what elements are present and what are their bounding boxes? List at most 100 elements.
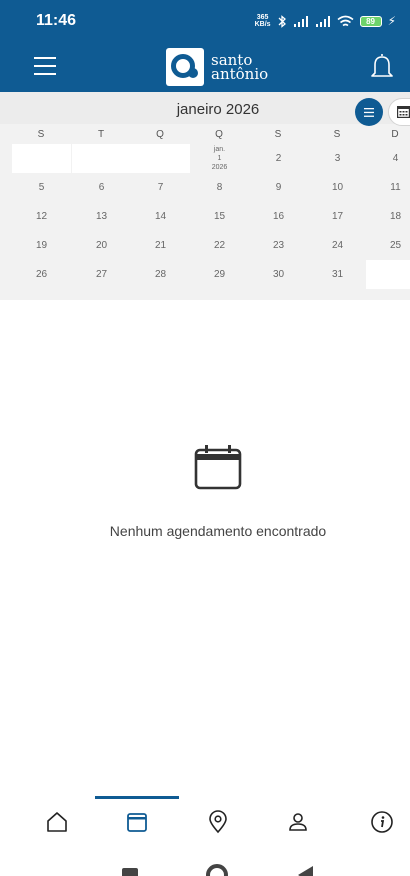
calendar-day[interactable]: 24 xyxy=(308,231,367,260)
hamburger-icon-line xyxy=(34,57,56,59)
calendar-day[interactable]: 2 xyxy=(249,144,308,173)
calendar-icon xyxy=(127,813,147,832)
logo-mark-icon xyxy=(166,48,204,86)
weekday-label: Q xyxy=(215,129,223,140)
weekday-label: Q xyxy=(156,129,164,140)
home-system-button[interactable] xyxy=(206,864,228,876)
calendar-day[interactable]: 5 xyxy=(12,173,71,202)
network-speed-unit: KB/s xyxy=(254,21,271,28)
wifi-icon xyxy=(337,15,354,26)
bluetooth-icon xyxy=(278,14,286,28)
hamburger-icon-line xyxy=(34,73,56,75)
calendar-day[interactable]: 19 xyxy=(12,231,71,260)
week-row: 26 27 28 29 30 31 xyxy=(0,260,410,289)
calendar-grid-icon xyxy=(397,106,410,118)
home-icon xyxy=(47,812,67,832)
calendar-day-empty xyxy=(366,260,410,289)
calendar-day[interactable]: 11 xyxy=(366,173,410,202)
calendar-view-button[interactable] xyxy=(388,98,410,126)
menu-button[interactable] xyxy=(34,57,56,77)
calendar-day[interactable]: 15 xyxy=(190,202,249,231)
today-month: jan. xyxy=(213,146,226,153)
status-bar: 11:46 365 KB/s 89 ⚡ xyxy=(0,0,410,42)
calendar-day[interactable]: 23 xyxy=(249,231,308,260)
calendar-header: janeiro 2026 xyxy=(0,92,410,126)
calendar-day[interactable]: 9 xyxy=(249,173,308,202)
calendar-day-empty xyxy=(12,144,71,173)
weekday-label: T xyxy=(97,129,105,140)
info-icon xyxy=(371,811,393,833)
calendar-day[interactable]: 18 xyxy=(366,202,410,231)
calendar-day[interactable]: 26 xyxy=(12,260,71,289)
calendar-day[interactable]: 21 xyxy=(131,231,190,260)
calendar-day[interactable]: 8 xyxy=(190,173,249,202)
battery-icon: 89 xyxy=(359,15,382,27)
calendar-day-empty xyxy=(131,144,190,173)
calendar-day[interactable]: 7 xyxy=(131,173,190,202)
status-time: 11:46 xyxy=(36,12,77,29)
system-navigation-bar xyxy=(0,848,410,876)
week-row: 5 6 7 8 9 10 11 xyxy=(0,173,410,202)
charging-icon: ⚡ xyxy=(387,14,396,28)
calendar-day[interactable]: 25 xyxy=(366,231,410,260)
calendar-day[interactable]: 16 xyxy=(249,202,308,231)
calendar-day[interactable]: 22 xyxy=(190,231,249,260)
calendar-day[interactable]: 4 xyxy=(366,144,410,173)
calendar-icon xyxy=(194,445,242,490)
empty-state-message: Nenhum agendamento encontrado xyxy=(109,523,327,539)
logo-line-2: antônio xyxy=(211,65,269,83)
weekday-label: D xyxy=(391,129,399,140)
calendar-day[interactable]: 29 xyxy=(190,260,249,289)
nav-info[interactable] xyxy=(370,810,394,834)
calendar-day[interactable]: 13 xyxy=(72,202,131,231)
location-icon xyxy=(209,810,227,834)
calendar-day[interactable]: 10 xyxy=(308,173,367,202)
today-day: 1 xyxy=(217,155,222,162)
profile-icon xyxy=(289,813,307,831)
calendar-day[interactable]: 14 xyxy=(131,202,190,231)
calendar-day[interactable]: 31 xyxy=(308,260,367,289)
calendar-day[interactable]: 3 xyxy=(308,144,367,173)
signal-icon xyxy=(293,16,308,27)
nav-home[interactable] xyxy=(45,810,69,834)
nav-profile[interactable] xyxy=(286,810,310,834)
calendar-day[interactable]: 6 xyxy=(72,173,131,202)
weekday-label: S xyxy=(274,129,282,140)
list-icon xyxy=(364,107,374,117)
calendar-day[interactable]: 30 xyxy=(249,260,308,289)
app-bar: santo antônio xyxy=(0,42,410,92)
today-year: 2026 xyxy=(211,164,228,171)
bottom-navigation xyxy=(0,796,410,848)
status-icons: 365 KB/s 89 ⚡ xyxy=(255,14,396,28)
list-view-button[interactable] xyxy=(355,98,383,126)
brand-logo: santo antônio xyxy=(166,48,268,86)
nav-locations[interactable] xyxy=(206,810,230,834)
month-title: janeiro 2026 xyxy=(176,101,260,118)
calendar-day[interactable]: 12 xyxy=(12,202,71,231)
calendar-day-empty xyxy=(72,144,131,173)
notifications-button[interactable] xyxy=(370,52,394,82)
month-calendar: janeiro 2026 S T Q Q S S D jan. 1 2026 2… xyxy=(0,92,410,300)
calendar-day[interactable]: 20 xyxy=(72,231,131,260)
logo-wordmark: santo antônio xyxy=(211,53,269,83)
weekday-label: S xyxy=(37,129,45,140)
signal-icon xyxy=(315,16,330,27)
back-icon[interactable] xyxy=(296,866,314,876)
nav-calendar[interactable] xyxy=(125,810,149,834)
network-speed: 365 KB/s xyxy=(255,14,271,28)
weekday-row: S T Q Q S S D xyxy=(0,124,410,144)
recent-apps-button[interactable] xyxy=(122,868,138,876)
calendar-day[interactable]: 27 xyxy=(72,260,131,289)
weekday-label: S xyxy=(333,129,341,140)
week-row: 19 20 21 22 23 24 25 xyxy=(0,231,410,260)
week-row: 12 13 14 15 16 17 18 xyxy=(0,202,410,231)
calendar-day-today[interactable]: jan. 1 2026 xyxy=(190,144,249,173)
app-screen: 11:46 365 KB/s 89 ⚡ santo antônio janeir… xyxy=(0,0,410,876)
week-row: jan. 1 2026 2 3 4 xyxy=(0,144,410,173)
hamburger-icon-line xyxy=(34,65,56,67)
calendar-day[interactable]: 17 xyxy=(308,202,367,231)
active-tab-indicator xyxy=(95,796,179,799)
bell-icon xyxy=(371,54,393,77)
network-speed-value: 365 xyxy=(256,14,269,21)
calendar-day[interactable]: 28 xyxy=(131,260,190,289)
